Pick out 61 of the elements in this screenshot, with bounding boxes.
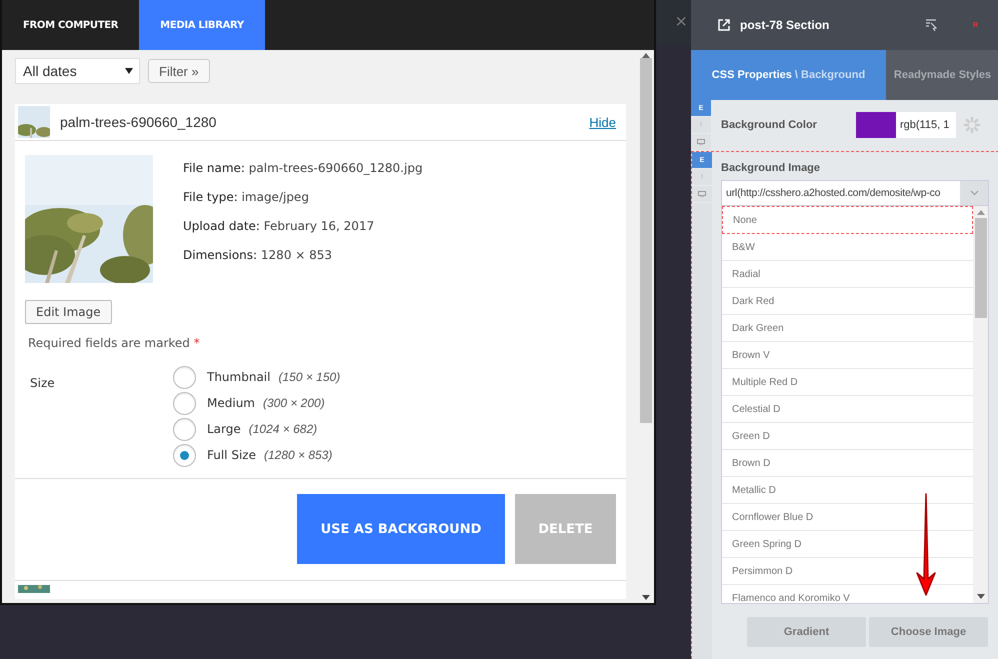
scroll-down-icon[interactable]	[976, 594, 984, 599]
chevron-down-icon	[970, 190, 978, 196]
tab[interactable]: Readymade Styles	[886, 50, 998, 100]
size-option: Large	[207, 422, 241, 436]
tab[interactable]: CSS Properties \ Background	[691, 50, 886, 100]
caret-icon	[125, 68, 133, 74]
color-swatch[interactable]	[856, 112, 896, 138]
dropdown-option[interactable]: Brown D	[722, 450, 973, 477]
size-option: Thumbnail	[207, 370, 270, 384]
panel-button[interactable]: Choose Image	[869, 617, 988, 647]
size-label: Size	[30, 375, 56, 392]
radio-button[interactable]	[173, 444, 196, 466]
dropdown-option[interactable]: Celestial D	[722, 396, 973, 423]
file-title: palm-trees-690660_1280	[60, 114, 218, 130]
filter-button[interactable]: Filter »	[148, 59, 210, 83]
property-label: Background Color	[721, 119, 818, 131]
size-dimensions: (150 × 150)	[278, 370, 340, 384]
panel-button[interactable]: Gradient	[747, 617, 866, 647]
use-as-background-button[interactable]: USE AS BACKGROUND	[297, 494, 505, 564]
panel-title: post-78 Section	[740, 18, 830, 32]
dropdown-option[interactable]: Multiple Red D	[722, 369, 973, 396]
spinner-icon[interactable]	[963, 116, 981, 134]
tab[interactable]: FROM COMPUTER	[2, 0, 140, 50]
scroll-thumb[interactable]	[974, 218, 986, 318]
file-detail: File name: palm-trees-690660_1280.jpg	[183, 161, 423, 175]
radio-button[interactable]	[173, 418, 196, 440]
dropdown-option[interactable]: Radial	[722, 261, 973, 288]
desktop-icon[interactable]	[697, 139, 705, 145]
required-note: Required fields are marked	[28, 336, 190, 350]
hide-link[interactable]: Hide	[589, 114, 616, 130]
desktop-icon[interactable]	[698, 191, 706, 197]
file-detail: File type: image/jpeg	[183, 190, 310, 204]
date-select[interactable]: All dates	[15, 58, 140, 84]
url-select[interactable]: url(http://csshero.a2hosted.com/demosite/wp-co	[721, 180, 989, 206]
color-field[interactable]: rgb(115, 1	[856, 112, 956, 138]
dropdown-option[interactable]: Dark Red	[722, 288, 973, 315]
property-label: Background Image	[721, 162, 822, 174]
dropdown-option[interactable]: None	[722, 206, 973, 234]
file-detail: Dimensions: 1280 × 853	[183, 248, 334, 262]
required-mark: *	[194, 336, 200, 350]
dropdown-option[interactable]: Dark Green	[722, 315, 973, 342]
size-dimensions: (300 × 200)	[262, 396, 325, 410]
edit-image-button[interactable]: Edit Image	[25, 300, 112, 324]
scroll-thumb[interactable]	[640, 58, 652, 423]
dropdown-option[interactable]: Brown V	[722, 342, 973, 369]
radio-button[interactable]	[173, 392, 196, 414]
tab[interactable]: MEDIA LIBRARY	[139, 0, 265, 50]
scrollbar[interactable]	[638, 50, 654, 603]
external-link-icon[interactable]	[718, 19, 730, 31]
scroll-up-icon[interactable]	[976, 210, 984, 215]
file-detail: Upload date: February 16, 2017	[183, 219, 376, 233]
cursor-icon[interactable]	[924, 19, 937, 31]
size-option: Full Size	[207, 448, 256, 462]
scroll-down-icon[interactable]	[642, 595, 650, 600]
size-dimensions: (1024 × 682)	[248, 422, 318, 436]
size-dimensions: (1280 × 853)	[264, 448, 332, 462]
dropdown-option[interactable]: B&W	[722, 234, 973, 261]
size-option: Medium	[207, 396, 255, 410]
dropdown-option[interactable]: Green D	[722, 423, 973, 450]
scrollbar[interactable]	[973, 206, 988, 603]
radio-button[interactable]	[173, 366, 196, 388]
